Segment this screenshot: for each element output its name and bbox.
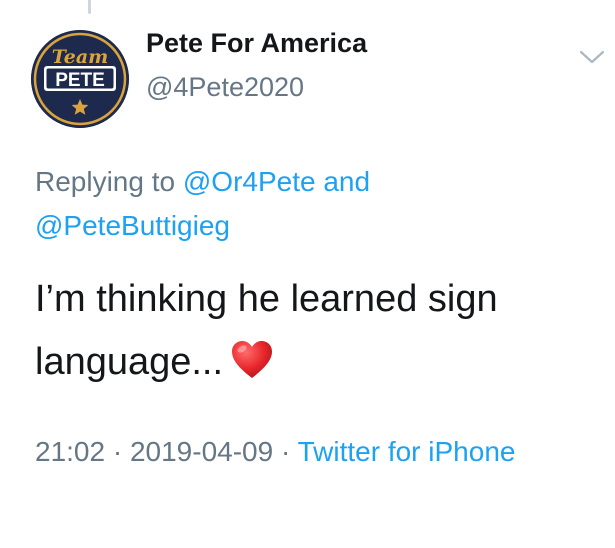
author-handle[interactable]: @4Pete2020 [146,72,304,103]
meta-separator: · [273,436,298,467]
author-display-name[interactable]: Pete For America [146,28,367,59]
avatar-pete-text: PETE [55,70,105,91]
thread-connector-line [88,0,91,14]
tweet-text: I’m thinking he learned sign language... [35,268,595,400]
tweet-time[interactable]: 21:02 [35,436,105,467]
avatar-team-text: Team [52,46,108,68]
tweet-source[interactable]: Twitter for iPhone [298,436,516,467]
mention-or4pete[interactable]: @Or4Pete [183,166,316,197]
red-heart-icon [231,337,273,400]
replying-to: Replying to @Or4Pete and @PeteButtigieg [35,160,595,248]
mention-connector[interactable]: and [316,166,370,197]
avatar[interactable]: Team PETE [31,30,129,128]
tweet-meta: 21:02 · 2019-04-09 · Twitter for iPhone [35,430,595,474]
chevron-down-icon[interactable] [578,48,606,66]
meta-separator: · [105,436,130,467]
mention-petebuttigieg[interactable]: @PeteButtigieg [35,210,230,241]
replying-prefix: Replying to [35,166,183,197]
tweet-date[interactable]: 2019-04-09 [130,436,273,467]
